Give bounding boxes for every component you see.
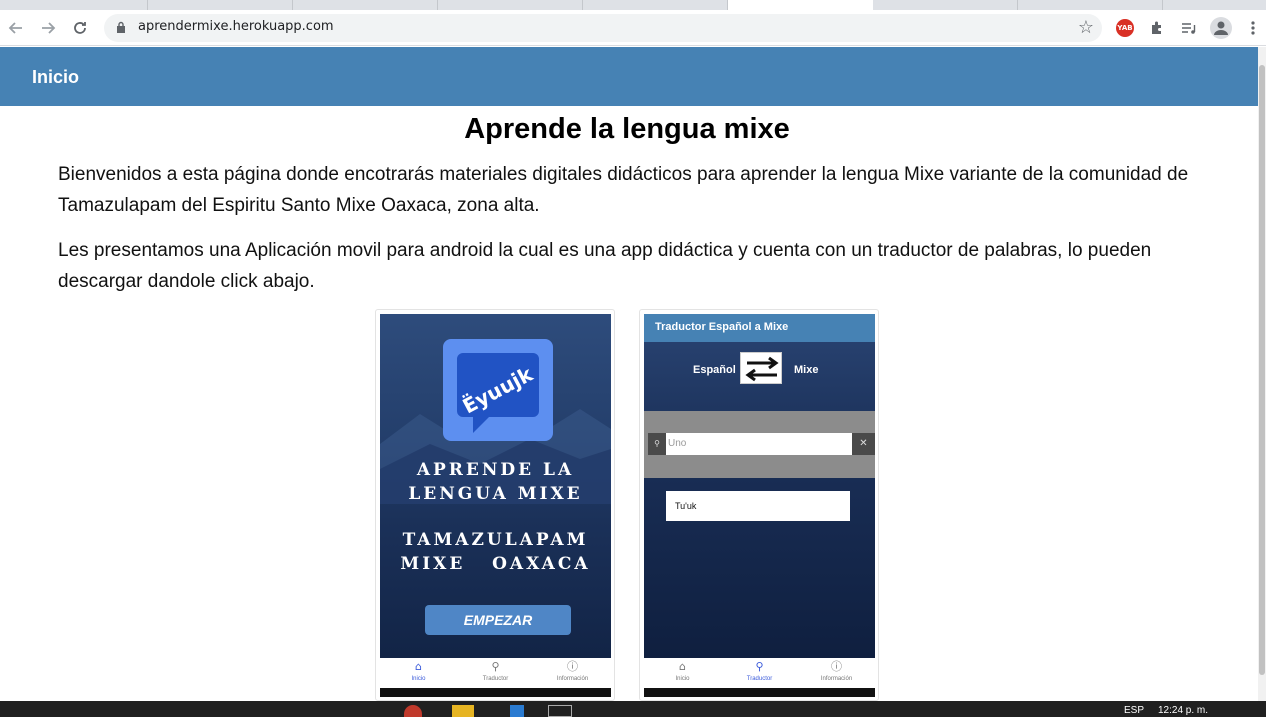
search-icon: ⚲ [491,660,500,673]
phone-nav-translator[interactable]: ⚲ Traductor [721,658,798,688]
extensions-puzzle-icon[interactable] [1145,16,1169,40]
clear-icon[interactable]: ✕ [852,433,875,455]
puzzle-icon [1152,21,1161,34]
app-taskbar-icon[interactable] [510,705,524,717]
search-icon: ⚲ [755,660,764,673]
extension-yab-icon[interactable]: YAB [1116,19,1134,37]
source-language: Español [693,364,736,376]
scrollbar-thumb[interactable] [1259,65,1265,675]
phone-nav-label: Traductor [482,676,509,682]
translator-header: Traductor Español a Mixe [644,314,875,342]
more-vertical-icon [1251,21,1255,35]
reading-list-icon[interactable] [1176,16,1200,40]
address-bar[interactable]: aprendermixe.herokuapp.com ☆ [104,14,1102,42]
arrow-right-icon [42,22,56,34]
info-icon: ⓘ [567,660,578,673]
translation-result: Tu'uk [666,491,850,521]
app-subtitle-line: TAMAZULAPAM [402,530,589,550]
browser-tab[interactable] [438,0,583,10]
site-navbar: Inicio [0,47,1258,106]
tab-strip [0,0,1266,10]
phone-nav-label: Información [820,676,853,682]
phone-nav-label: Inicio [675,676,690,682]
page-title: Aprende la lengua mixe [464,113,790,145]
browser-menu-button[interactable] [1241,16,1265,40]
phone-bottom-nav: ⌂ Inicio ⚲ Traductor ⓘ Información [644,658,875,688]
home-icon: ⌂ [415,660,422,673]
swap-arrows-icon [745,356,779,382]
bookmark-star-icon[interactable]: ☆ [1078,17,1094,38]
folder-taskbar-icon[interactable] [452,705,474,717]
translate-input[interactable]: Uno [666,433,852,455]
phone-screen: Ëyuujk APRENDE LA LENGUA MIXE TAMAZULAPA… [380,314,611,658]
app-title: APRENDE LA LENGUA MIXE [380,458,611,506]
android-system-bar [644,688,875,697]
app-title-line: LENGUA MIXE [408,484,583,504]
os-taskbar: ESP 12:24 p. m. [0,701,1266,717]
browser-tab[interactable] [1018,0,1163,10]
phone-nav-label: Traductor [746,676,773,682]
start-button[interactable]: EMPEZAR [425,605,571,635]
phone-nav-info[interactable]: ⓘ Información [534,658,611,688]
browser-tab-active[interactable] [728,0,873,10]
browser-tab[interactable] [293,0,438,10]
home-icon: ⌂ [679,660,686,673]
profile-avatar[interactable] [1210,17,1232,39]
media-list-icon [1182,23,1196,34]
phone-nav-home[interactable]: ⌂ Inicio [380,658,457,688]
page-viewport: Inicio Aprende la lengua mixe Bienvenido… [0,47,1258,701]
chrome-taskbar-icon[interactable] [404,705,422,717]
target-language: Mixe [794,364,819,376]
app-title-line: APRENDE LA [416,460,575,480]
start-icon[interactable] [20,705,34,717]
intro-paragraph: Bienvenidos a esta página donde encotrar… [58,164,1189,216]
phone-nav-home[interactable]: ⌂ Inicio [644,658,721,688]
app-description-paragraph: Les presentamos una Aplicación movil par… [58,240,1152,292]
phone-nav-translator[interactable]: ⚲ Traductor [457,658,534,688]
person-icon [1214,21,1228,35]
lock-icon [117,21,125,33]
search-icon: ⚲ [648,433,666,455]
info-icon: ⓘ [831,660,842,673]
browser-tab[interactable] [583,0,728,10]
android-system-bar [380,688,611,697]
phone-nav-info[interactable]: ⓘ Información [798,658,875,688]
app-screenshot-home[interactable]: Ëyuujk APRENDE LA LENGUA MIXE TAMAZULAPA… [375,309,615,701]
phone-screen: Traductor Español a Mixe Español Mixe ⚲ … [644,314,875,658]
phone-nav-label: Inicio [411,676,426,682]
reload-icon [74,22,86,34]
input-language[interactable]: ESP [1124,705,1144,716]
clock[interactable]: 12:24 p. m. [1158,705,1208,716]
url-text: aprendermixe.herokuapp.com [138,19,334,34]
page-scrollbar[interactable] [1258,47,1266,701]
nav-brand-link[interactable]: Inicio [32,67,79,88]
window-taskbar-icon[interactable] [548,705,572,717]
forward-button[interactable] [36,16,60,40]
arrow-left-icon [8,22,22,34]
app-screenshot-translator[interactable]: Traductor Español a Mixe Español Mixe ⚲ … [639,309,879,701]
back-button[interactable] [4,16,28,40]
phone-nav-label: Información [556,676,589,682]
browser-toolbar: aprendermixe.herokuapp.com ☆ YAB [0,10,1266,46]
app-subtitle-line: MIXE OAXACA [400,554,591,574]
phone-bottom-nav: ⌂ Inicio ⚲ Traductor ⓘ Información [380,658,611,688]
app-logo-icon: Ëyuujk [443,339,553,441]
swap-languages-button[interactable] [740,352,782,384]
search-area: ⚲ Uno ✕ [644,411,875,478]
app-subtitle: TAMAZULAPAM MIXE OAXACA [380,528,611,576]
browser-tab[interactable] [148,0,293,10]
browser-tab[interactable] [0,0,148,10]
browser-tab[interactable] [873,0,1018,10]
reload-button[interactable] [68,16,92,40]
